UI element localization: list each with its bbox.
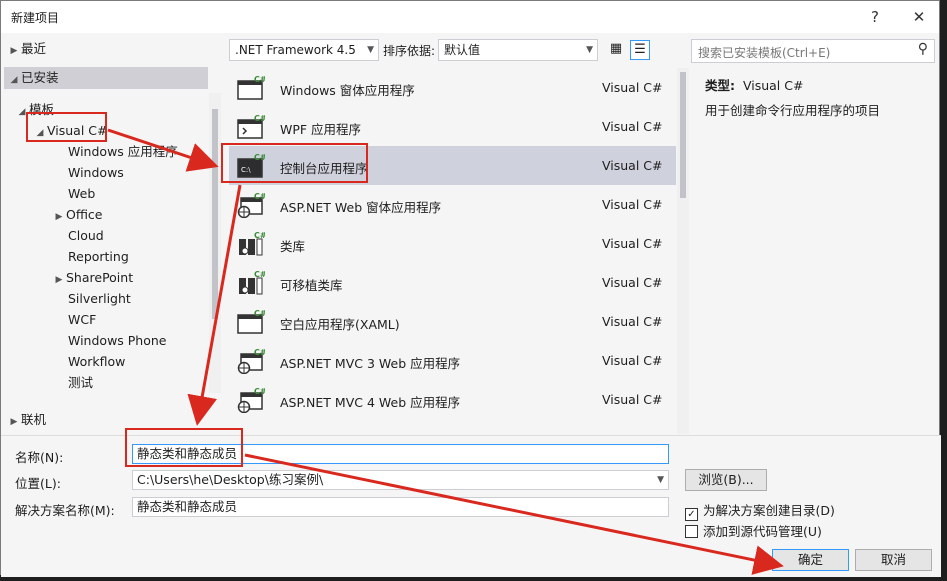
arrow-to-console-app (107, 128, 219, 172)
annotation-arrows (107, 128, 784, 575)
arrow-to-name-field (187, 184, 242, 426)
arrow-to-ok-button (244, 453, 784, 575)
